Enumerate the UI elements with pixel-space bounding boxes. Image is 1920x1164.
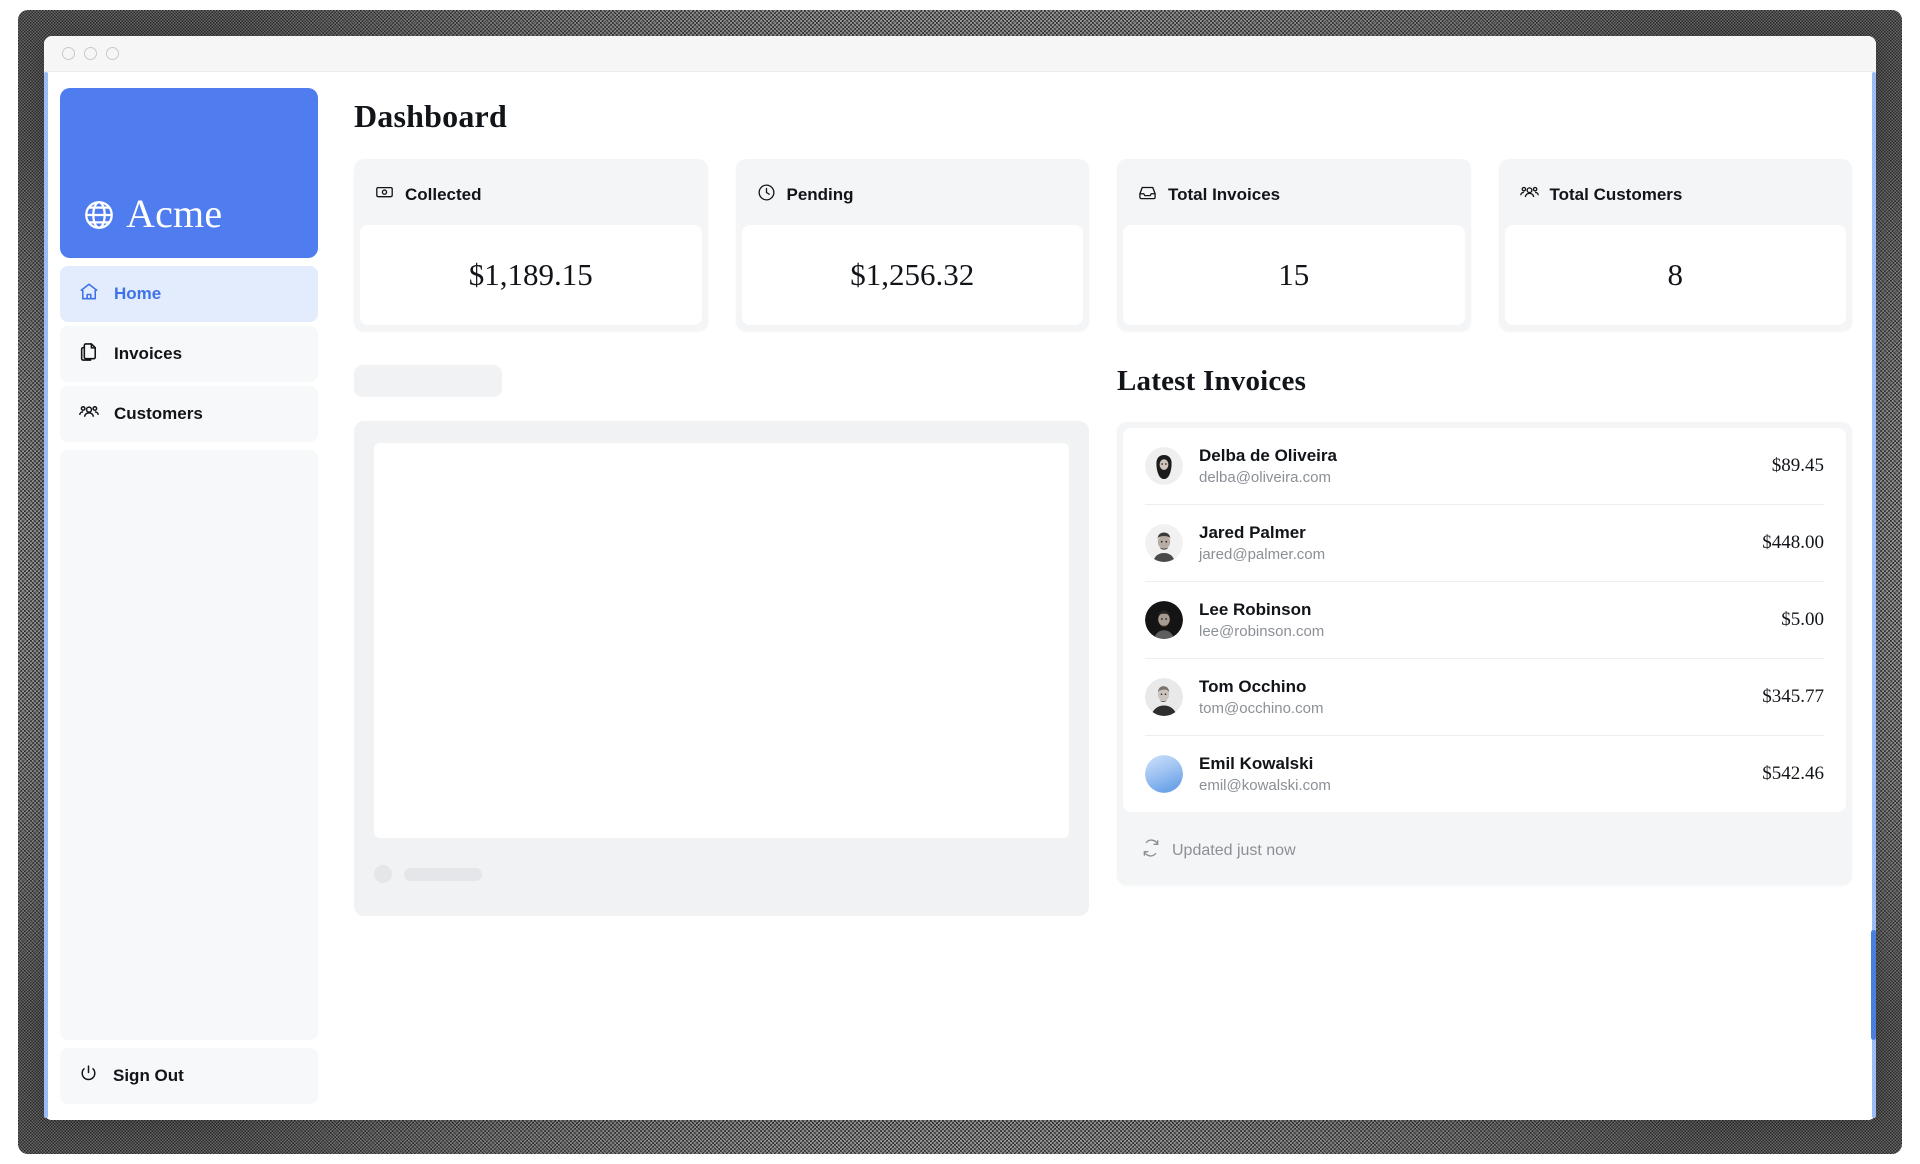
table-row[interactable]: Tom Occhino tom@occhino.com $345.77 <box>1145 658 1824 735</box>
stat-card-total-customers: Total Customers 8 <box>1498 159 1852 331</box>
table-row[interactable]: Delba de Oliveira delba@oliveira.com $89… <box>1145 428 1824 504</box>
sidebar-item-customers-label: Customers <box>114 404 203 423</box>
scrollbar-thumb[interactable] <box>1871 930 1876 1040</box>
sidebar: Acme Home Invoices Customers Sign Out <box>60 88 318 1104</box>
customer-email: tom@occhino.com <box>1199 700 1324 717</box>
customer-name: Tom Occhino <box>1199 677 1307 696</box>
avatar <box>1145 678 1183 716</box>
stat-card-pending-value: $1,256.32 <box>741 225 1083 325</box>
invoice-amount: $89.45 <box>1771 455 1824 476</box>
browser-window: Acme Home Invoices Customers Sign Out Da… <box>44 36 1876 1120</box>
sidebar-item-home[interactable]: Home <box>60 266 318 322</box>
table-row[interactable]: Emil Kowalski emil@kowalski.com $542.46 <box>1145 735 1824 812</box>
stat-card-total-invoices-label: Total Invoices <box>1168 185 1281 204</box>
page-title: Dashboard <box>354 98 507 134</box>
window-titlebar <box>44 36 1876 72</box>
avatar <box>1145 755 1183 793</box>
globe-icon <box>82 198 116 232</box>
updated-status: Updated just now <box>1123 812 1846 879</box>
app-root: Acme Home Invoices Customers Sign Out Da… <box>44 72 1876 1120</box>
sign-out-label: Sign Out <box>113 1066 184 1085</box>
users-group-icon <box>78 401 100 428</box>
users-group-icon <box>1519 182 1540 208</box>
latest-invoices-title: Latest Invoices <box>1117 365 1307 397</box>
avatar <box>1145 601 1183 639</box>
window-dot-3-icon[interactable] <box>106 47 119 60</box>
stat-card-total-invoices: Total Invoices 15 <box>1117 159 1471 331</box>
customer-email: delba@oliveira.com <box>1199 469 1331 486</box>
invoice-amount: $5.00 <box>1781 609 1824 630</box>
stat-card-total-invoices-value: 15 <box>1123 225 1465 325</box>
sidebar-item-invoices-label: Invoices <box>114 344 183 363</box>
table-row[interactable]: Lee Robinson lee@robinson.com $5.00 <box>1145 581 1824 658</box>
stat-card-pending: Pending $1,256.32 <box>735 159 1089 331</box>
inbox-icon <box>1137 182 1158 208</box>
sidebar-filler <box>60 450 318 1040</box>
customer-name: Emil Kowalski <box>1199 754 1314 773</box>
invoice-amount: $542.46 <box>1762 763 1824 784</box>
sidebar-item-home-label: Home <box>114 284 162 303</box>
table-row[interactable]: Jared Palmer jared@palmer.com $448.00 <box>1145 504 1824 581</box>
stat-card-collected-value: $1,189.15 <box>360 225 702 325</box>
revenue-chart-title-skeleton <box>354 365 502 397</box>
revenue-chart-skeleton-card <box>354 421 1089 916</box>
avatar <box>1145 524 1183 562</box>
sidebar-nav: Home Invoices Customers <box>60 266 318 442</box>
lower-panels: Latest Invoices Delba de Oliveira delba@… <box>354 365 1852 916</box>
power-icon <box>78 1063 99 1089</box>
calendar-icon-skeleton <box>374 865 392 883</box>
main-content: Dashboard Collected $1,189.15 Pending $1… <box>334 88 1860 1104</box>
window-dot-2-icon[interactable] <box>84 47 97 60</box>
customer-email: emil@kowalski.com <box>1199 777 1331 794</box>
customer-name: Delba de Oliveira <box>1199 446 1337 465</box>
stat-card-collected-label: Collected <box>405 185 482 204</box>
revenue-chart-skeleton-footer <box>374 838 1069 883</box>
invoice-amount: $345.77 <box>1762 686 1824 707</box>
home-icon <box>78 281 100 308</box>
revenue-chart-footer-skeleton-text <box>404 867 482 881</box>
documents-icon <box>78 341 100 368</box>
stat-card-grid: Collected $1,189.15 Pending $1,256.32 To… <box>354 159 1852 331</box>
clock-icon <box>756 182 777 208</box>
sidebar-item-customers[interactable]: Customers <box>60 386 318 442</box>
sidebar-logo-text: Acme <box>126 191 223 236</box>
avatar <box>1145 447 1183 485</box>
customer-email: jared@palmer.com <box>1199 546 1326 563</box>
window-dot-1-icon[interactable] <box>62 47 75 60</box>
customer-email: lee@robinson.com <box>1199 623 1325 640</box>
latest-invoices-list: Delba de Oliveira delba@oliveira.com $89… <box>1123 428 1846 812</box>
invoice-amount: $448.00 <box>1762 532 1824 553</box>
sidebar-logo[interactable]: Acme <box>60 88 318 258</box>
refresh-icon <box>1141 838 1161 863</box>
stat-card-pending-label: Pending <box>786 185 854 204</box>
stat-card-total-customers-label: Total Customers <box>1549 185 1683 204</box>
stat-card-collected: Collected $1,189.15 <box>354 159 708 331</box>
screen: Acme Home Invoices Customers Sign Out Da… <box>0 0 1920 1164</box>
sign-out-button[interactable]: Sign Out <box>60 1048 318 1104</box>
sidebar-item-invoices[interactable]: Invoices <box>60 326 318 382</box>
scrollbar-left-edge[interactable] <box>44 72 48 1118</box>
customer-name: Lee Robinson <box>1199 600 1312 619</box>
banknote-icon <box>374 182 395 208</box>
stat-card-total-customers-value: 8 <box>1504 225 1846 325</box>
revenue-chart-loading-panel <box>354 365 1089 916</box>
revenue-chart-skeleton-plot <box>374 443 1069 838</box>
updated-status-label: Updated just now <box>1172 841 1296 859</box>
customer-name: Jared Palmer <box>1199 523 1306 542</box>
latest-invoices-card: Delba de Oliveira delba@oliveira.com $89… <box>1117 422 1852 885</box>
latest-invoices-panel: Latest Invoices Delba de Oliveira delba@… <box>1117 365 1852 916</box>
